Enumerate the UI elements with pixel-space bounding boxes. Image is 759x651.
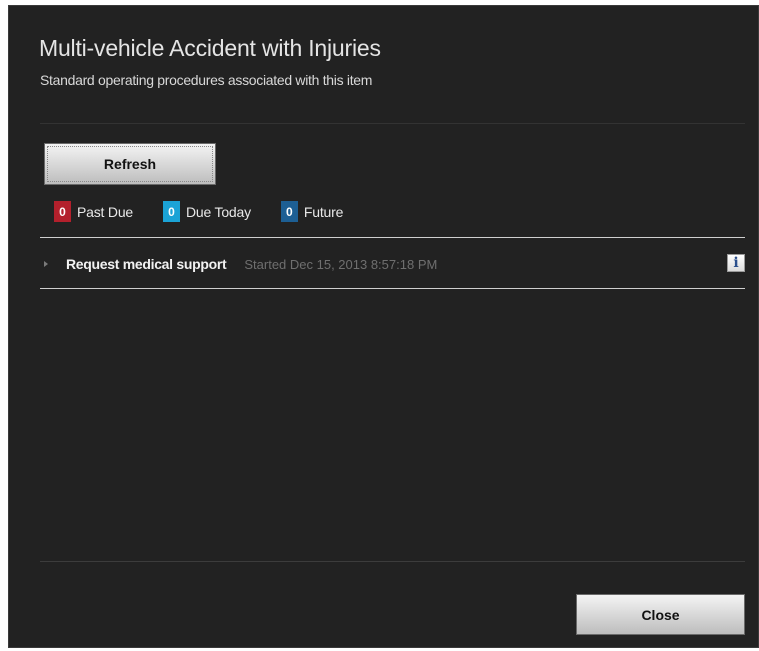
- refresh-button[interactable]: Refresh: [44, 143, 216, 185]
- dialog-subtitle: Standard operating procedures associated…: [40, 72, 373, 88]
- expand-arrow-icon[interactable]: [44, 261, 48, 267]
- past-due-counter: 0 Past Due: [54, 201, 133, 222]
- footer-divider: [40, 561, 745, 562]
- info-icon[interactable]: i: [727, 254, 745, 272]
- header-divider: [40, 123, 745, 124]
- future-counter: 0 Future: [280, 201, 344, 222]
- future-label: Future: [303, 203, 344, 220]
- task-row[interactable]: Request medical support Started Dec 15, …: [40, 246, 745, 282]
- future-badge: 0: [280, 201, 298, 222]
- task-status: Started Dec 15, 2013 8:57:18 PM: [244, 256, 438, 272]
- task-name: Request medical support: [66, 256, 227, 272]
- due-today-counter: 0 Due Today: [163, 201, 251, 222]
- task-list-bottom-rule: [40, 288, 745, 289]
- past-due-label: Past Due: [77, 203, 133, 220]
- close-button[interactable]: Close: [576, 594, 745, 635]
- sop-dialog: Multi-vehicle Accident with Injuries Sta…: [8, 5, 759, 648]
- dialog-title: Multi-vehicle Accident with Injuries: [39, 35, 381, 61]
- past-due-badge: 0: [54, 201, 71, 222]
- due-today-badge: 0: [163, 201, 180, 222]
- task-list-top-rule: [40, 237, 745, 238]
- due-today-label: Due Today: [186, 203, 251, 220]
- status-counters: 0 Past Due 0 Due Today 0 Future: [54, 201, 373, 222]
